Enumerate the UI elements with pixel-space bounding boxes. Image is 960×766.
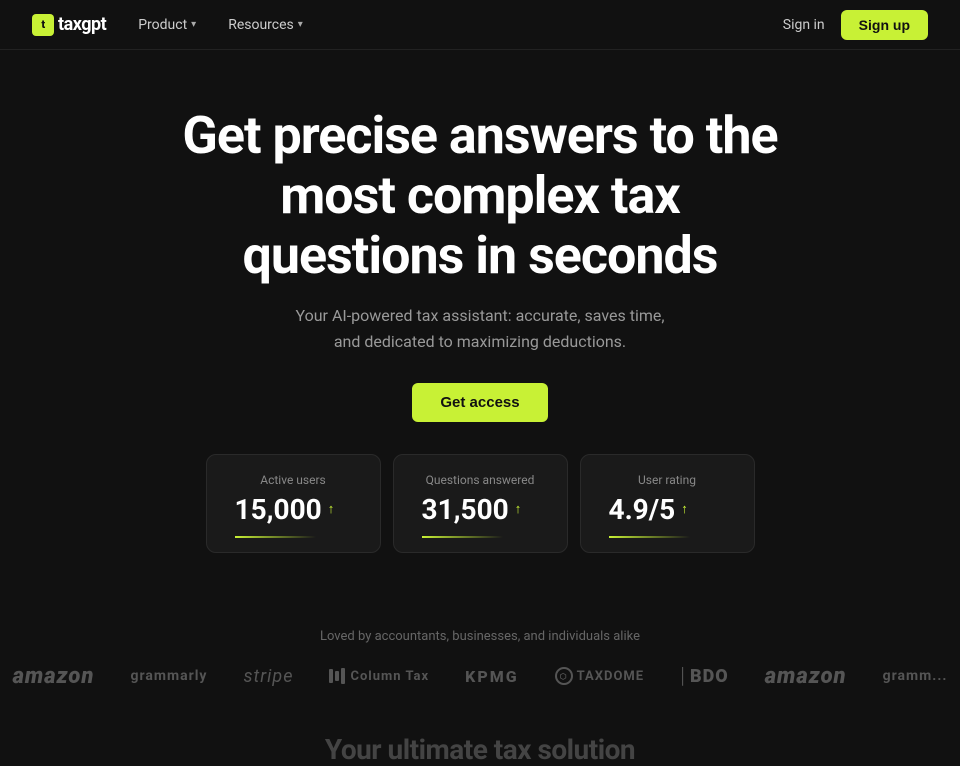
ct-bar-3 <box>341 668 345 684</box>
stat-underline-0 <box>235 536 317 538</box>
amazon-logo-2: amazon <box>765 664 847 689</box>
stat-underline-1 <box>422 536 504 538</box>
stat-value-1: 31,500 ↑ <box>422 493 539 526</box>
stat-card-rating: User rating 4.9/5 ↑ <box>580 454 755 553</box>
sign-in-link[interactable]: Sign in <box>783 17 825 33</box>
product-chevron-icon: ▾ <box>191 19 196 30</box>
stat-label-0: Active users <box>235 473 352 487</box>
stat-value-2: 4.9/5 ↑ <box>609 493 726 526</box>
bdo-bracket-left: | <box>680 664 686 689</box>
hero-section: Get precise answers to the most complex … <box>0 50 960 593</box>
get-access-button[interactable]: Get access <box>412 383 547 422</box>
bottom-peek-text: Your ultimate tax solution <box>325 733 635 766</box>
stat-arrow-1: ↑ <box>515 501 522 517</box>
ct-bar-2 <box>335 671 339 681</box>
logo-icon: t <box>32 14 54 36</box>
stat-card-questions: Questions answered 31,500 ↑ <box>393 454 568 553</box>
stat-label-1: Questions answered <box>422 473 539 487</box>
logo[interactable]: t taxgpt <box>32 14 106 36</box>
logos-row: amazon grammarly stripe Column Tax KPMG … <box>0 664 960 689</box>
column-tax-icon <box>329 668 345 684</box>
hero-heading-line3: questions in seconds <box>243 225 718 286</box>
resources-nav-link[interactable]: Resources ▾ <box>228 17 303 33</box>
grammarly-logo-2: gramm... <box>883 668 948 684</box>
stat-label-2: User rating <box>609 473 726 487</box>
resources-chevron-icon: ▾ <box>298 19 303 30</box>
product-label: Product <box>138 17 187 33</box>
stripe-logo: stripe <box>244 666 294 687</box>
logo-text: taxgpt <box>58 14 106 35</box>
hero-heading: Get precise answers to the most complex … <box>130 106 830 285</box>
stat-value-0: 15,000 ↑ <box>235 493 352 526</box>
kpmg-logo: KPMG <box>465 667 519 686</box>
grammarly-logo-1: grammarly <box>130 668 207 684</box>
hero-heading-line2: most complex tax <box>280 165 679 226</box>
hero-heading-line1: Get precise answers to the <box>182 105 777 166</box>
loved-by-text: Loved by accountants, businesses, and in… <box>0 629 960 644</box>
stats-section: Active users 15,000 ↑ Questions answered… <box>150 454 810 553</box>
bdo-logo: |BDO <box>680 664 729 689</box>
product-nav-link[interactable]: Product ▾ <box>138 17 196 33</box>
sign-up-button[interactable]: Sign up <box>841 10 928 40</box>
resources-label: Resources <box>228 17 294 33</box>
taxdome-logo: ⬡ TAXDOME <box>555 667 644 685</box>
amazon-logo-1: amazon <box>13 664 95 689</box>
stat-arrow-2: ↑ <box>681 501 688 517</box>
ct-bar-1 <box>329 669 333 683</box>
stat-arrow-0: ↑ <box>328 501 335 517</box>
stat-underline-2 <box>609 536 691 538</box>
nav-left: t taxgpt Product ▾ Resources ▾ <box>32 14 303 36</box>
loved-by-section: Loved by accountants, businesses, and in… <box>0 593 960 709</box>
column-tax-logo: Column Tax <box>329 668 429 684</box>
navbar: t taxgpt Product ▾ Resources ▾ Sign in S… <box>0 0 960 50</box>
taxdome-icon: ⬡ <box>555 667 573 685</box>
hero-subtext: Your AI-powered tax assistant: accurate,… <box>290 303 670 354</box>
stat-card-active-users: Active users 15,000 ↑ <box>206 454 381 553</box>
nav-right: Sign in Sign up <box>783 10 928 40</box>
bottom-peek-section: Your ultimate tax solution <box>0 709 960 766</box>
